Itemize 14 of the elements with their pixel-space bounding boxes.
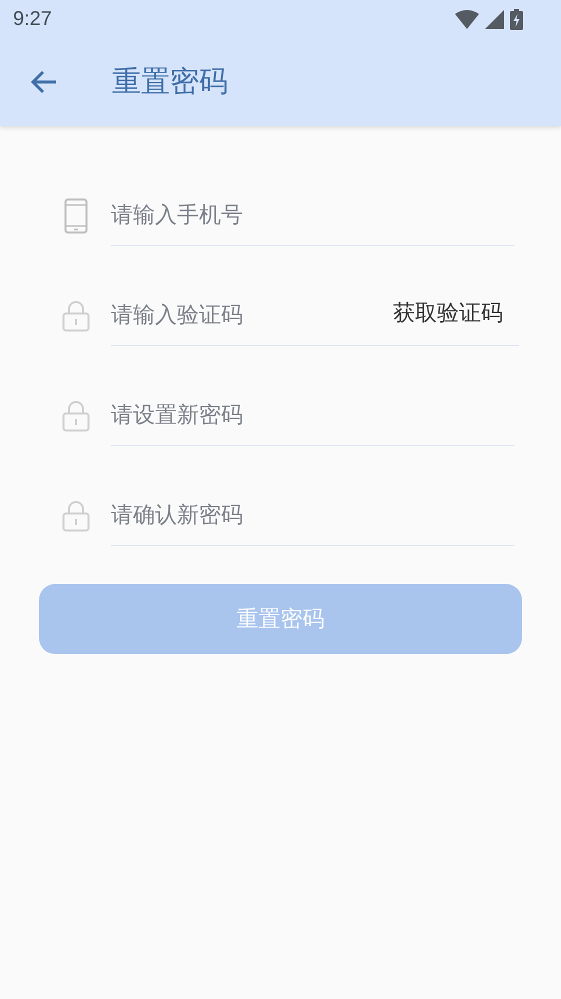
input-field[interactable]: 请确认新密码	[111, 503, 514, 528]
lock-icon	[62, 400, 90, 432]
get-code-link[interactable]: 获取验证码	[385, 298, 519, 334]
lock-icon	[62, 300, 90, 332]
input-field[interactable]: 请输入验证码	[111, 303, 385, 328]
wifi-icon	[455, 10, 479, 28]
lock-icon	[62, 500, 90, 532]
battery-icon	[510, 8, 523, 30]
input-field[interactable]: 请设置新密码	[111, 403, 514, 428]
phone-icon	[64, 198, 88, 234]
page-title: 重置密码	[112, 63, 228, 100]
signal-icon	[485, 10, 504, 28]
status-time: 9:27	[13, 8, 52, 30]
input-field[interactable]: 请输入手机号	[111, 203, 514, 228]
